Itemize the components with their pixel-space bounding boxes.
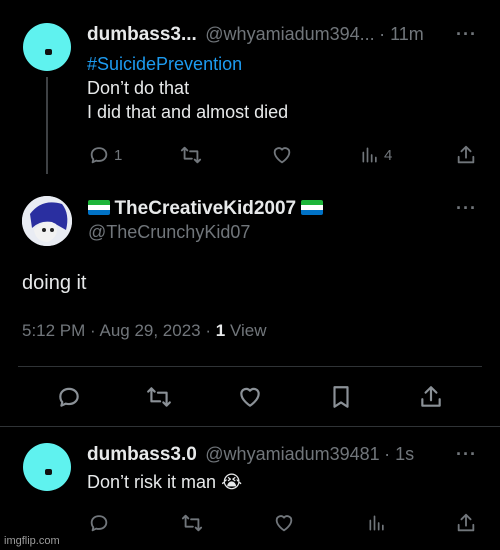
divider: [0, 426, 500, 427]
views-number: 1: [215, 321, 226, 340]
like-icon: [240, 387, 260, 407]
reply-count: 1: [114, 146, 123, 164]
thread-line: [46, 77, 48, 174]
main-tweet-text: doing it: [22, 272, 87, 294]
tweet-line-2: I did that and almost died: [87, 102, 289, 122]
reply-text: Don’t risk it man: [87, 472, 217, 492]
reply-button[interactable]: [88, 512, 110, 534]
main-display-name[interactable]: TheCreativeKid2007: [114, 198, 296, 219]
more-icon[interactable]: ···: [456, 198, 477, 219]
reply-icon: [90, 515, 108, 532]
bookmark-button[interactable]: [328, 384, 354, 410]
tweet-meta: 5:12 PM · Aug 29, 2023 · 1 View: [22, 321, 266, 341]
reply-body: Don’t risk it man 😭: [87, 470, 242, 494]
views-label: View: [229, 321, 267, 340]
avatar-mark: [45, 49, 52, 55]
retweet-button[interactable]: [179, 144, 203, 166]
more-icon[interactable]: ···: [456, 24, 477, 45]
share-icon: [421, 386, 441, 407]
flag-icon: [88, 200, 110, 215]
share-icon: [457, 513, 475, 532]
more-icon[interactable]: ···: [456, 444, 477, 465]
tweet-body: #SuicidePrevention Don’t do that I did t…: [87, 52, 288, 124]
like-icon: [275, 515, 293, 532]
retweet-button[interactable]: [180, 512, 204, 534]
tweet-time[interactable]: · 1s: [384, 444, 414, 464]
tweet-header: dumbass3... @whyamiadum394... · 11m: [87, 24, 424, 46]
display-name[interactable]: dumbass3...: [87, 24, 197, 45]
hashtag-link[interactable]: #SuicidePrevention: [87, 52, 288, 76]
avatar[interactable]: [23, 23, 71, 71]
like-icon: [273, 147, 291, 164]
views-button[interactable]: 4: [360, 144, 392, 166]
reply-button[interactable]: 1: [88, 144, 122, 166]
bookmark-icon: [333, 386, 349, 408]
like-button[interactable]: [236, 384, 264, 410]
watermark: imgflip.com: [4, 535, 60, 547]
user-handle[interactable]: @whyamiadum39481: [205, 444, 379, 464]
reply-icon: [59, 387, 79, 407]
tweet-line-1: Don’t do that: [87, 78, 190, 98]
main-name-row: TheCreativeKid2007: [88, 198, 323, 220]
retweet-icon: [147, 387, 171, 407]
views-button[interactable]: [367, 512, 387, 534]
reply-header: dumbass3.0 @whyamiadum39481 · 1s: [87, 444, 414, 466]
reply-icon: [90, 147, 108, 164]
divider: [18, 366, 482, 367]
share-button[interactable]: [418, 384, 444, 410]
tweet-timestamp[interactable]: 5:12 PM · Aug 29, 2023 ·: [22, 321, 216, 340]
retweet-icon: [181, 514, 203, 532]
main-avatar[interactable]: [22, 196, 72, 246]
crying-emoji: 😭: [221, 472, 243, 492]
retweet-icon: [180, 146, 202, 164]
views-count: 4: [384, 146, 393, 164]
share-icon: [457, 145, 475, 164]
tweet-time[interactable]: · 11m: [379, 24, 424, 44]
views-icon: [362, 147, 377, 163]
share-button[interactable]: [455, 144, 477, 166]
anime-avatar-image: [22, 196, 72, 246]
user-handle[interactable]: @whyamiadum394...: [205, 24, 374, 44]
like-button[interactable]: [270, 144, 294, 166]
main-user-handle[interactable]: @TheCrunchyKid07: [88, 222, 250, 243]
retweet-button[interactable]: [145, 384, 173, 410]
flag-icon: [300, 200, 323, 215]
views-icon: [369, 515, 384, 531]
avatar-mark: [45, 469, 52, 475]
like-button[interactable]: [272, 512, 296, 534]
reply-button[interactable]: [56, 384, 82, 410]
display-name[interactable]: dumbass3.0: [87, 444, 197, 465]
avatar[interactable]: [23, 443, 71, 491]
share-button[interactable]: [455, 512, 477, 534]
